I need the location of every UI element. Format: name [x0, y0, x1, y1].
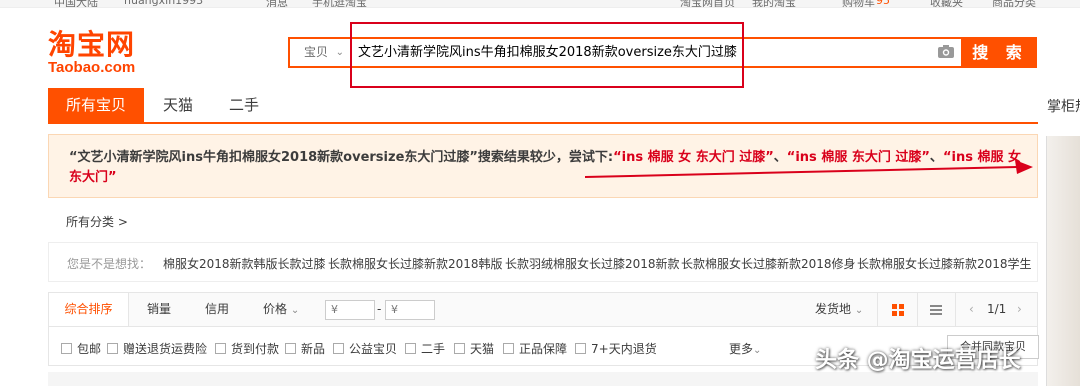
- related-item[interactable]: 棉服女2018新款韩版长款过膝: [163, 255, 326, 272]
- checkbox[interactable]: [215, 343, 226, 354]
- checkbox[interactable]: [575, 343, 586, 354]
- more-filters-button[interactable]: 更多⌄: [729, 340, 761, 357]
- filter-tmall[interactable]: 天猫: [454, 340, 494, 357]
- grid-view-icon[interactable]: [891, 303, 905, 317]
- home-link[interactable]: 淘宝网首页: [680, 0, 735, 7]
- related-item[interactable]: 长款羽绒棉服女长过膝2018新款: [505, 255, 680, 272]
- logo-cn-text: 淘宝网: [48, 28, 136, 61]
- tab-all-items[interactable]: 所有宝贝: [48, 88, 144, 124]
- side-ad-image[interactable]: [1046, 136, 1080, 386]
- favorites-link[interactable]: 收藏夹: [930, 0, 963, 7]
- filter-label: 正品保障: [519, 342, 568, 356]
- search-button[interactable]: 搜 索: [963, 37, 1037, 68]
- sort-price-label: 价格: [263, 302, 288, 316]
- location-filter[interactable]: 发货地 ⌄: [815, 293, 863, 326]
- watermark: 头条 @淘宝运营店长: [815, 348, 1021, 373]
- region-link[interactable]: 中国大陆: [54, 0, 98, 7]
- search-scope-dropdown[interactable]: 宝贝 ⌄: [290, 39, 352, 66]
- results-area: [48, 372, 1038, 386]
- filter-label: 包邮: [77, 342, 102, 356]
- search-tabs: 所有宝贝 天猫 二手: [48, 88, 1038, 124]
- price-dash: -: [377, 302, 382, 316]
- divider: [917, 293, 918, 326]
- sort-sales[interactable]: 销量: [147, 293, 171, 326]
- filter-charity[interactable]: 公益宝贝: [333, 340, 397, 357]
- checkbox[interactable]: [61, 343, 72, 354]
- related-searches: 您是不是想找： 棉服女2018新款韩版长款过膝 长款棉服女长过膝新款2018韩版…: [48, 242, 1038, 282]
- cart-link[interactable]: 购物车: [842, 0, 875, 7]
- next-page-icon[interactable]: ›: [1017, 293, 1022, 326]
- filter-label: 天猫: [470, 342, 495, 356]
- cart-count: 95: [876, 0, 890, 7]
- divider: [955, 293, 956, 326]
- mobile-link[interactable]: 手机逛淘宝: [312, 0, 367, 7]
- list-view-icon[interactable]: [929, 303, 943, 317]
- sort-price[interactable]: 价格 ⌄: [263, 293, 299, 326]
- annotation-arrow: [585, 160, 1033, 178]
- sitemap-link[interactable]: 商品分类: [992, 0, 1036, 7]
- related-item[interactable]: 长款棉服女长过膝新款2018修身: [681, 255, 856, 272]
- related-item[interactable]: 长款棉服女长过膝新款2018学生: [857, 255, 1032, 272]
- filter-genuine[interactable]: 正品保障: [503, 340, 567, 357]
- mytaobao-link[interactable]: 我的淘宝: [752, 0, 796, 7]
- related-label: 您是不是想找：: [67, 257, 152, 271]
- filter-label: 货到付款: [231, 342, 280, 356]
- page-indicator: 1/1: [987, 302, 1007, 316]
- top-nav-bar: 中国大陆 huangxin1993 消息 手机逛淘宝 淘宝网首页 我的淘宝 购物…: [0, 0, 1080, 8]
- prev-page-icon[interactable]: ‹: [969, 293, 974, 326]
- filter-7day-return[interactable]: 7+天内退货: [575, 340, 657, 357]
- filter-free-shipping[interactable]: 包邮: [61, 340, 101, 357]
- sort-default[interactable]: 综合排序: [49, 293, 129, 326]
- logo-en-text: Taobao.com: [48, 59, 136, 76]
- filter-label: 公益宝贝: [349, 342, 398, 356]
- filter-new[interactable]: 新品: [285, 340, 325, 357]
- price-min-input[interactable]: ¥: [325, 300, 375, 320]
- more-label: 更多: [729, 342, 754, 356]
- checkbox[interactable]: [285, 343, 296, 354]
- message-link[interactable]: 消息: [266, 0, 288, 7]
- suggestion-prefix: “文艺小清新学院风ins牛角扣棉服女2018新款oversize东大门过膝”搜索…: [69, 150, 614, 165]
- checkbox[interactable]: [405, 343, 416, 354]
- taobao-logo[interactable]: 淘宝网 Taobao.com: [48, 30, 135, 76]
- chevron-down-icon: ⌄: [753, 345, 762, 356]
- filter-label: 7+天内退货: [591, 342, 657, 356]
- divider: [877, 293, 878, 326]
- price-max-input[interactable]: ¥: [385, 300, 435, 320]
- filter-return-insurance[interactable]: 赠送退货运费险: [107, 340, 207, 357]
- user-link[interactable]: huangxin1993: [124, 0, 203, 7]
- all-categories-link[interactable]: 所有分类 >: [66, 213, 128, 230]
- filter-label: 赠送退货运费险: [123, 342, 208, 356]
- camera-icon[interactable]: [937, 44, 955, 59]
- sort-credit[interactable]: 信用: [205, 293, 229, 326]
- annotation-highlight-box: [350, 22, 744, 88]
- filter-label: 新品: [301, 342, 326, 356]
- chevron-down-icon: ⌄: [335, 47, 344, 58]
- tab-secondhand[interactable]: 二手: [218, 88, 270, 124]
- related-item[interactable]: 长款棉服女长过膝新款2018韩版: [328, 255, 503, 272]
- filter-secondhand[interactable]: 二手: [405, 340, 445, 357]
- location-label: 发货地: [815, 302, 852, 316]
- checkbox[interactable]: [503, 343, 514, 354]
- chevron-down-icon: ⌄: [854, 305, 864, 316]
- checkbox[interactable]: [454, 343, 465, 354]
- search-scope-label: 宝贝: [304, 45, 329, 59]
- sort-bar: 综合排序 销量 信用 价格 ⌄ ¥ - ¥ 发货地 ⌄ ‹ 1/1 ›: [48, 292, 1038, 326]
- side-panel-title: 掌柜热: [1047, 99, 1080, 115]
- chevron-down-icon: ⌄: [290, 305, 300, 316]
- tab-tmall[interactable]: 天猫: [152, 88, 204, 124]
- checkbox[interactable]: [333, 343, 344, 354]
- filter-label: 二手: [421, 342, 446, 356]
- checkbox[interactable]: [107, 343, 118, 354]
- filter-cod[interactable]: 货到付款: [215, 340, 279, 357]
